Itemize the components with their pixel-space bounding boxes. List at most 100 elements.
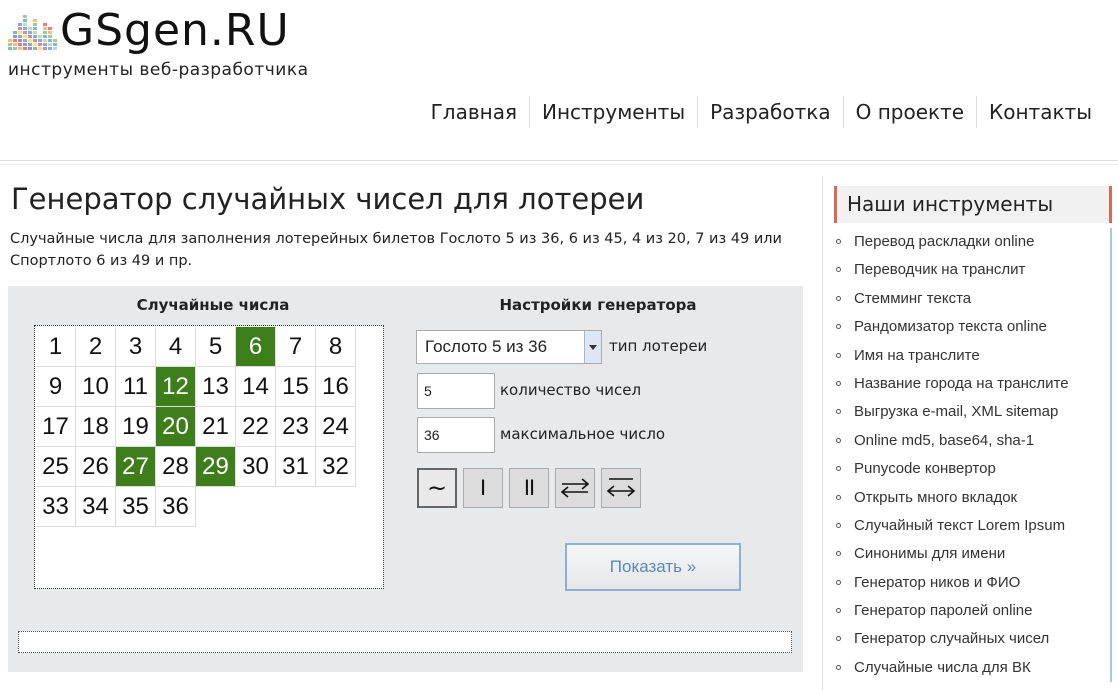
sidebar-tool-link[interactable]: Имя на транслите: [836, 341, 1112, 370]
logo-tile: [18, 35, 22, 38]
sidebar-tool-link[interactable]: Название города на транслите: [836, 369, 1112, 399]
number-cell: 3: [116, 327, 156, 367]
logo-tile: [33, 35, 37, 38]
bullet-icon: [836, 579, 841, 585]
sidebar-tool-link[interactable]: Генератор случайных чисел: [836, 625, 1112, 654]
intro-text: Случайные числа для заполнения лотерейны…: [10, 228, 790, 272]
logo-tile: [13, 39, 17, 42]
sidebar-tool-label: Переводчик на транслит: [854, 261, 1026, 279]
logo-tile: [38, 43, 42, 46]
logo-tile: [33, 39, 37, 42]
number-cell: 8: [316, 327, 356, 367]
logo-tile: [18, 47, 22, 50]
double-column-icon: II: [523, 475, 535, 500]
swap-arrows-icon: [560, 478, 590, 498]
sort-swap-bar-button[interactable]: [601, 468, 641, 508]
sidebar-tool-label: Online md5, base64, sha-1: [854, 431, 1035, 449]
lottery-type-label: тип лотереи: [609, 337, 708, 355]
number-cell: 32: [316, 447, 356, 487]
number-cell: 24: [316, 407, 356, 447]
logo-tile: [8, 43, 12, 46]
sidebar-tool-link[interactable]: Выгрузка e-mail, XML sitemap: [836, 398, 1112, 427]
number-cell: 18: [76, 407, 116, 447]
logo-tile: [43, 31, 47, 34]
logo-tile: [23, 15, 27, 18]
number-cell: 33: [36, 487, 76, 527]
sidebar-tool-label: Случайный текст Lorem Ipsum: [854, 516, 1066, 534]
logo-tile: [8, 47, 12, 50]
sidebar-tool-link[interactable]: Online md5, base64, sha-1: [836, 426, 1112, 456]
bullet-icon: [836, 551, 841, 557]
sidebar-tool-link[interactable]: Punycode конвертор: [836, 455, 1112, 484]
sidebar-tool-link[interactable]: Рандомизатор текста online: [836, 313, 1112, 342]
sidebar-tool-label: Генератор случайных чисел: [854, 630, 1050, 648]
max-number-input[interactable]: 36: [417, 417, 495, 453]
number-cell: 2: [76, 327, 116, 367]
number-cell: 21: [196, 407, 236, 447]
bullet-icon: [836, 664, 841, 670]
number-cell: 15: [276, 367, 316, 407]
chevron-down-icon[interactable]: [584, 331, 601, 363]
number-cell: 5: [196, 327, 236, 367]
sidebar-tool-link[interactable]: Стемминг текста: [836, 284, 1112, 314]
logo-tile: [23, 19, 27, 22]
number-cell-selected: 12: [156, 367, 196, 407]
logo-icon[interactable]: [8, 10, 58, 50]
logo-tile: [48, 39, 52, 42]
sidebar-tool-link[interactable]: Открыть много вкладок: [836, 483, 1112, 512]
page-title: Генератор случайных чисел для лотереи: [11, 182, 645, 216]
single-column-icon: I: [479, 475, 487, 500]
number-cell: 13: [196, 367, 236, 407]
swap-arrows-bar-icon: [606, 478, 636, 497]
numbers-heading: Случайные числа: [136, 296, 290, 314]
sidebar-tool-label: Перевод раскладки online: [854, 233, 1035, 250]
sidebar-tool-link[interactable]: Синонимы для имени: [836, 540, 1112, 569]
site-tagline: инструменты веб-разработчика: [8, 60, 309, 80]
bullet-icon: [836, 608, 841, 614]
number-cell-selected: 27: [116, 447, 156, 487]
number-cell: 11: [116, 367, 156, 407]
logo-tile: [48, 31, 52, 34]
sidebar-tool-label: Синонимы для имени: [854, 545, 1006, 563]
number-cell: 10: [76, 367, 116, 407]
number-cell: 25: [36, 447, 76, 487]
number-cell: 17: [36, 407, 76, 447]
header-divider-secondary: [0, 164, 1118, 165]
sort-double-column-button[interactable]: II: [509, 468, 549, 508]
sidebar-tool-link[interactable]: Перевод раскладки online: [836, 228, 1112, 257]
site-logo-text[interactable]: GSgen.RU: [60, 6, 290, 56]
logo-tile: [33, 47, 37, 50]
sort-unsorted-button[interactable]: ~: [417, 468, 457, 508]
sidebar-tool-link[interactable]: Переводчик на транслит: [836, 256, 1112, 285]
nav-tools[interactable]: Инструменты: [529, 96, 697, 128]
nav-home[interactable]: Главная: [419, 96, 529, 128]
nav-development[interactable]: Разработка: [697, 96, 842, 128]
show-button[interactable]: Показать »: [565, 543, 741, 591]
logo-tile: [23, 35, 27, 38]
sidebar-tool-label: Рандомизатор текста online: [854, 318, 1047, 336]
logo-tile: [43, 47, 47, 50]
nav-contacts[interactable]: Контакты: [976, 96, 1104, 128]
lottery-type-select[interactable]: Гослото 5 из 36: [416, 330, 602, 364]
number-cell: 34: [76, 487, 116, 527]
count-label: количество чисел: [500, 381, 642, 399]
logo-tile: [18, 27, 22, 30]
bullet-icon: [836, 324, 841, 330]
logo-tile: [28, 43, 32, 46]
count-input[interactable]: 5: [417, 373, 495, 409]
sidebar-tool-link[interactable]: Генератор ников и ФИО: [836, 568, 1112, 598]
sidebar-tool-link[interactable]: Случайный текст Lorem Ipsum: [836, 511, 1112, 541]
bullet-icon: [836, 437, 841, 443]
logo-tile: [28, 39, 32, 42]
logo-tile: [33, 31, 37, 34]
sidebar-tool-link[interactable]: Случайные числа для ВК: [836, 653, 1112, 683]
bullet-icon: [836, 636, 841, 642]
bullet-icon: [836, 466, 841, 472]
sort-swap-button[interactable]: [555, 468, 595, 508]
logo-tile: [18, 31, 22, 34]
sidebar-tool-label: Punycode конвертор: [854, 460, 996, 478]
sidebar-tool-link[interactable]: Генератор паролей online: [836, 597, 1112, 626]
logo-tile: [38, 35, 42, 38]
nav-about[interactable]: О проекте: [842, 96, 976, 128]
sort-single-column-button[interactable]: I: [463, 468, 503, 508]
